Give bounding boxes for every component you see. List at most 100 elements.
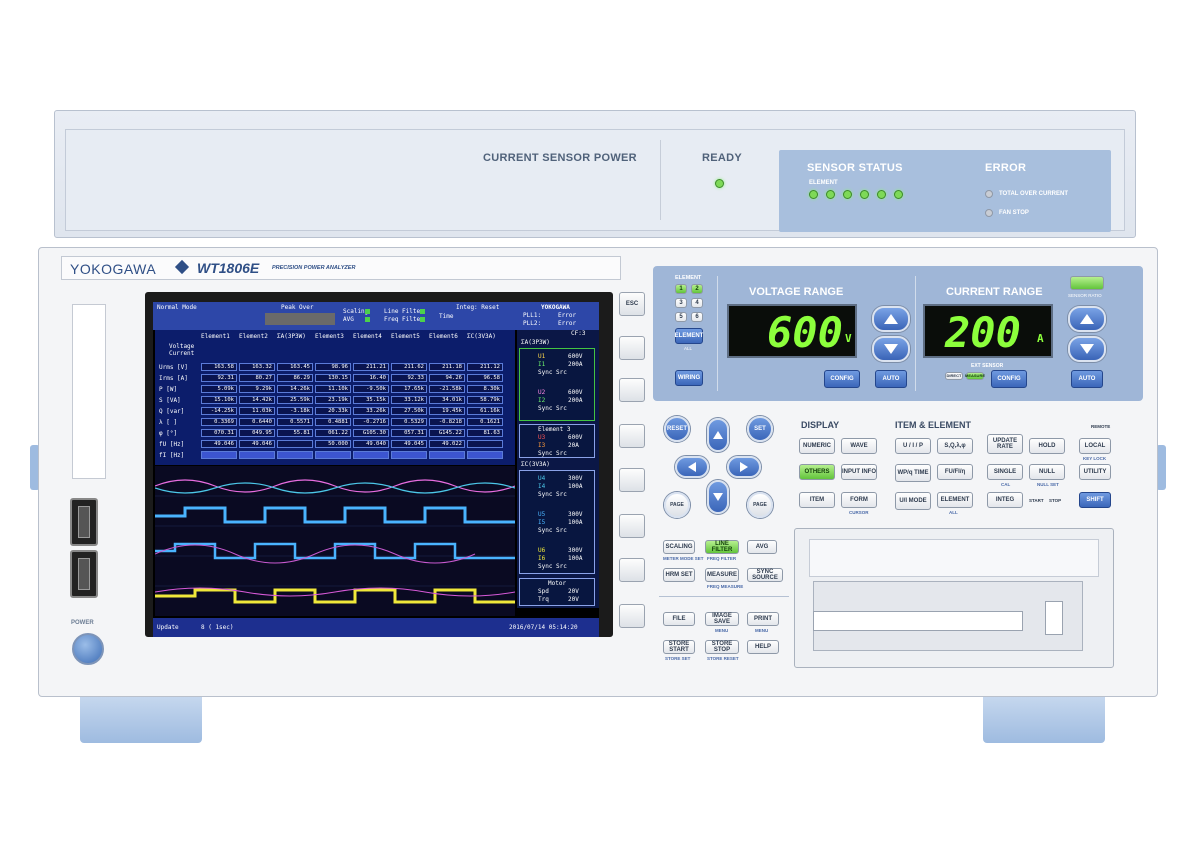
page-down-button[interactable]: PAGE [747, 492, 773, 518]
numeric-button[interactable]: NUMERIC [799, 438, 835, 454]
element3-box[interactable]: Element 3 U3 600V I3 20A Sync Src [519, 424, 595, 458]
softkey-4[interactable] [619, 468, 645, 492]
pll2-status: Error [558, 320, 577, 327]
yokogawa-logo: YOKOGAWA [70, 261, 157, 277]
softkey-6[interactable] [619, 558, 645, 582]
softkey-2[interactable] [619, 378, 645, 402]
others-button[interactable]: OTHERS [799, 464, 835, 480]
softkey-3[interactable] [619, 424, 645, 448]
element3-label: Element 3 [538, 426, 571, 433]
i5-range: 100A [568, 519, 583, 526]
down-arrow-icon[interactable] [707, 480, 729, 514]
table-cell: 49.046 [239, 440, 275, 448]
softkey-5[interactable] [619, 514, 645, 538]
element-key-label: ELEMENT [675, 275, 702, 281]
group-a-box[interactable]: U1 600V I1 200A Sync Src U2 600V I2 200A… [519, 348, 595, 421]
voltage-auto-button[interactable]: AUTO [875, 370, 907, 388]
voltage-config-button[interactable]: CONFIG [824, 370, 860, 388]
image-save-button[interactable]: IMAGE SAVE [705, 612, 739, 626]
reset-button[interactable]: RESET [664, 416, 690, 442]
hrm-set-button[interactable]: HRM SET [663, 568, 695, 582]
fu-fi-button[interactable]: FU/FI/η [937, 464, 973, 480]
table-cell: 34.01k [429, 396, 465, 404]
left-arrow-icon[interactable] [675, 456, 709, 478]
i6-range: 100A [568, 555, 583, 562]
u1-range: 600V [568, 353, 583, 360]
single-button[interactable]: SINGLE [987, 464, 1023, 480]
group-c-box[interactable]: U4 300V I4 100A Sync Src U5 300V I5 100A… [519, 470, 595, 574]
voltage-up-arrow-icon[interactable] [872, 306, 910, 332]
power-button[interactable] [72, 633, 104, 665]
screen-header: Normal Mode Peak Over Scaling AVG Line F… [153, 302, 599, 330]
element-key-3[interactable]: 3 [675, 298, 687, 308]
fan-stop-led [985, 209, 993, 217]
page-up-button[interactable]: PAGE [664, 492, 690, 518]
voltage-down-arrow-icon[interactable] [872, 336, 910, 362]
sync-source-button[interactable]: SYNC SOURCE [747, 568, 783, 582]
element-label: ELEMENT [809, 180, 838, 186]
usb-port-1[interactable] [70, 498, 98, 546]
wp-time-button[interactable]: WP/q TIME [895, 464, 931, 482]
store-stop-button[interactable]: STORE STOP [705, 640, 739, 654]
right-arrow-icon[interactable] [727, 456, 761, 478]
local-button[interactable]: LOCAL [1079, 438, 1111, 454]
utility-button[interactable]: UTILITY [1079, 464, 1111, 480]
element-key-2[interactable]: 2 [691, 284, 703, 294]
null-button[interactable]: NULL [1029, 464, 1065, 480]
row-label: λ [ ] [159, 419, 178, 426]
element-select-button[interactable]: ELEMENT [937, 492, 973, 508]
current-up-arrow-icon[interactable] [1068, 306, 1106, 332]
uip-button[interactable]: U / I / P [895, 438, 931, 454]
set-button[interactable]: SET [747, 416, 773, 442]
element-key-4[interactable]: 4 [691, 298, 703, 308]
help-button[interactable]: HELP [747, 640, 779, 654]
current-auto-button[interactable]: AUTO [1071, 370, 1103, 388]
avg-indicator [365, 317, 370, 322]
update-rate-button[interactable]: UPDATE RATE [987, 434, 1023, 454]
shift-button[interactable]: SHIFT [1079, 492, 1111, 508]
wiring-button[interactable]: WIRING [675, 370, 703, 386]
softkey-7[interactable] [619, 604, 645, 628]
wave-button[interactable]: WAVE [841, 438, 877, 454]
print-button[interactable]: PRINT [747, 612, 779, 626]
table-cell: 0.4881 [315, 418, 351, 426]
item-button[interactable]: ITEM [799, 492, 835, 508]
stop-label: STOP [1049, 498, 1062, 503]
avg-text: AVG [343, 316, 354, 323]
i4-range: 100A [568, 483, 583, 490]
file-button[interactable]: FILE [663, 612, 695, 626]
range-panel: ELEMENT 1 2 3 4 5 6 ELEMENT ALL WIRING V… [653, 266, 1143, 401]
table-cell: 92.31 [201, 374, 237, 382]
element-button[interactable]: ELEMENT [675, 328, 703, 344]
diamond-logo-icon [174, 259, 190, 275]
scaling-button[interactable]: SCALING [663, 540, 695, 554]
form-button[interactable]: FORM [841, 492, 877, 508]
current-down-arrow-icon[interactable] [1068, 336, 1106, 362]
all-label: ALL [684, 346, 693, 351]
up-arrow-icon[interactable] [707, 418, 729, 452]
table-cell: -21.58k [429, 385, 465, 393]
input-info-button[interactable]: INPUT INFO [841, 464, 877, 480]
line-filter-button[interactable]: LINE FILTER [705, 540, 739, 554]
usb-port-2[interactable] [70, 550, 98, 598]
sensor-ratio-button[interactable] [1070, 276, 1104, 290]
hold-button[interactable]: HOLD [1029, 438, 1065, 454]
u4-range: 300V [568, 475, 583, 482]
element-key-6[interactable]: 6 [691, 312, 703, 322]
avg-button[interactable]: AVG [747, 540, 777, 554]
sqlf-button[interactable]: S,Q,λ,φ [937, 438, 973, 454]
table-cell: 49.045 [391, 440, 427, 448]
softkey-1[interactable] [619, 336, 645, 360]
current-config-button[interactable]: CONFIG [991, 370, 1027, 388]
esc-button[interactable]: ESC [619, 292, 645, 316]
motor-box[interactable]: Motor Spd 20V Trq 20V [519, 578, 595, 606]
measure-button[interactable]: MEASURE [705, 568, 739, 582]
table-cell: 211.21 [353, 363, 389, 371]
printer-door-latch[interactable] [1045, 601, 1063, 635]
store-start-button[interactable]: STORE START [663, 640, 695, 654]
integ-button[interactable]: INTEG [987, 492, 1023, 508]
element-key-5[interactable]: 5 [675, 312, 687, 322]
uq-mode-button[interactable]: U/I MODE [895, 492, 931, 510]
row-label: Irms [A] [159, 375, 188, 382]
element-key-1[interactable]: 1 [675, 284, 687, 294]
